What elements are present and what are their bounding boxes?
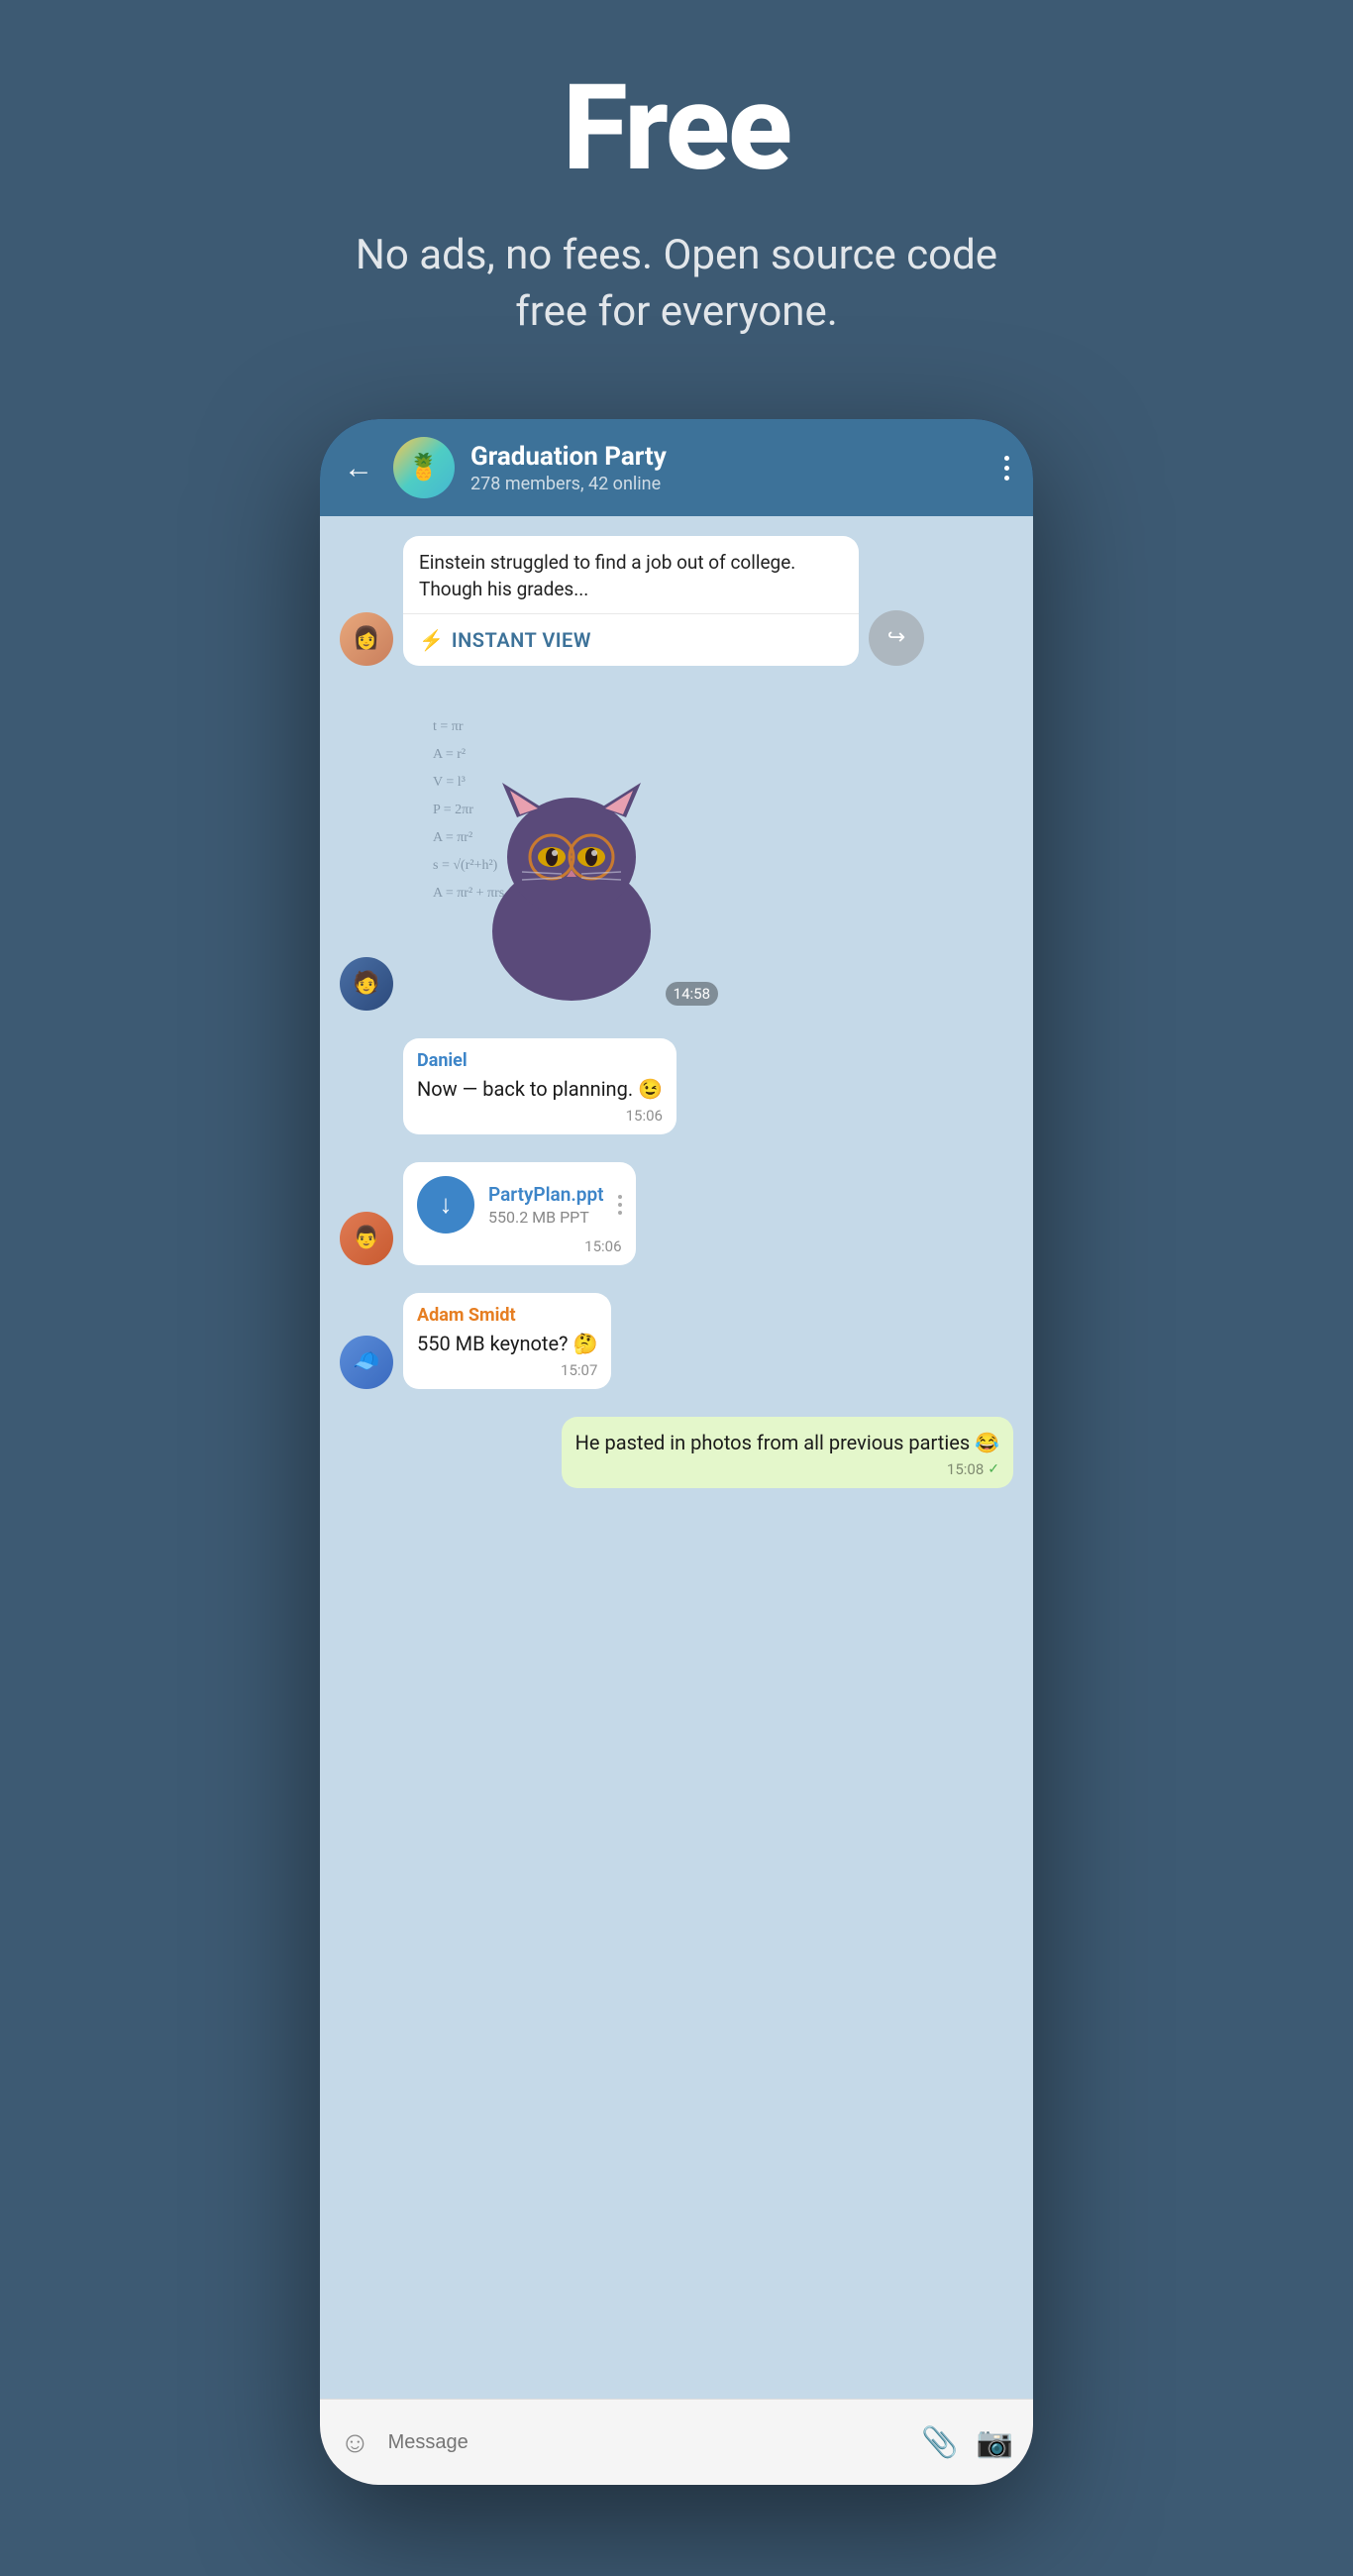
sent-message-bubble: He pasted in photos from all previous pa…: [562, 1417, 1013, 1488]
lightning-icon: ⚡: [419, 628, 444, 652]
sender-name: Daniel: [417, 1050, 663, 1071]
more-dot-2: [1004, 466, 1009, 471]
cat-sticker: [413, 694, 730, 1011]
message-timestamp: 15:06: [584, 1237, 621, 1255]
more-dot-3: [1004, 476, 1009, 481]
instant-view-label: INSTANT VIEW: [452, 628, 591, 652]
delivered-checkmark: ✓: [988, 1461, 999, 1477]
instant-view-button[interactable]: ⚡ INSTANT VIEW: [403, 613, 859, 666]
table-row: Daniel Now — back to planning. 😉 15:06: [340, 1038, 1013, 1134]
table-row: 🧑 t = πr A = r² V = l³ P = 2πr A = πr² s…: [340, 694, 1013, 1011]
file-info: PartyPlan.ppt 550.2 MB PPT: [488, 1183, 604, 1227]
sticker-container: t = πr A = r² V = l³ P = 2πr A = πr² s =…: [413, 694, 730, 1011]
back-button[interactable]: ←: [344, 451, 373, 485]
phone-frame: ← 🍍 Graduation Party 278 members, 42 onl…: [320, 419, 1033, 2485]
group-avatar-emoji: 🍍: [408, 453, 440, 483]
avatar: 👩: [340, 612, 393, 666]
text-message-bubble: Daniel Now — back to planning. 😉 15:06: [403, 1038, 676, 1134]
group-name: Graduation Party: [470, 442, 989, 472]
avatar: 🧢: [340, 1336, 393, 1389]
message-timestamp: 15:06: [626, 1107, 663, 1125]
hero-subtitle: No ads, no fees. Open source code free f…: [330, 228, 1023, 340]
link-message-bubble: Einstein struggled to find a job out of …: [403, 536, 859, 665]
file-more-button[interactable]: [618, 1195, 622, 1215]
message-input[interactable]: [388, 2417, 904, 2467]
more-dot: [618, 1211, 622, 1215]
link-preview-text: Einstein struggled to find a job out of …: [403, 536, 859, 612]
table-row: He pasted in photos from all previous pa…: [340, 1417, 1013, 1488]
download-icon: ↓: [440, 1189, 453, 1220]
avatar: 🧑: [340, 957, 393, 1011]
message-footer: 15:06: [417, 1107, 663, 1125]
download-button[interactable]: ↓: [417, 1176, 474, 1234]
avatar-icon: 👩: [353, 626, 379, 651]
table-row: 🧢 Adam Smidt 550 MB keynote? 🤔 15:07: [340, 1293, 1013, 1389]
more-menu-button[interactable]: [1004, 456, 1009, 481]
message-text: Now — back to planning. 😉: [417, 1075, 663, 1103]
chat-body: 👩 Einstein struggled to find a job out o…: [320, 516, 1033, 2399]
group-avatar: 🍍: [393, 437, 455, 498]
avatar-icon: 🧑: [353, 971, 379, 996]
more-dot: [618, 1195, 622, 1199]
more-dot: [618, 1203, 622, 1207]
table-row: 👩 Einstein struggled to find a job out o…: [340, 536, 1013, 665]
chat-header: ← 🍍 Graduation Party 278 members, 42 onl…: [320, 419, 1033, 516]
message-footer: 15:06: [417, 1237, 622, 1255]
group-meta: 278 members, 42 online: [470, 474, 989, 494]
forward-icon: ↪: [887, 625, 905, 650]
avatar: 👨: [340, 1212, 393, 1265]
message-footer: 15:08 ✓: [575, 1460, 999, 1478]
page-title: Free: [563, 59, 790, 198]
camera-button[interactable]: 📷: [977, 2425, 1013, 2460]
file-row: ↓ PartyPlan.ppt 550.2 MB PPT: [417, 1176, 622, 1234]
message-text: 550 MB keynote? 🤔: [417, 1330, 597, 1357]
message-footer: 15:07: [417, 1361, 597, 1379]
message-timestamp: 15:07: [561, 1361, 597, 1379]
message-text: He pasted in photos from all previous pa…: [575, 1429, 999, 1456]
sender-name: Adam Smidt: [417, 1305, 597, 1326]
file-size: 550.2 MB PPT: [488, 1208, 604, 1227]
file-message-bubble: ↓ PartyPlan.ppt 550.2 MB PPT 15:06: [403, 1162, 636, 1265]
forward-button[interactable]: ↪: [869, 610, 924, 666]
attach-button[interactable]: 📎: [921, 2425, 958, 2460]
text-message-bubble: Adam Smidt 550 MB keynote? 🤔 15:07: [403, 1293, 611, 1389]
more-dot-1: [1004, 456, 1009, 461]
chat-input-bar: ☺ 📎 📷: [320, 2399, 1033, 2485]
avatar-icon: 🧢: [353, 1349, 379, 1374]
message-timestamp: 14:58: [666, 982, 718, 1006]
avatar-icon: 👨: [353, 1226, 379, 1250]
message-timestamp: 15:08: [947, 1460, 984, 1478]
chat-info: Graduation Party 278 members, 42 online: [470, 442, 989, 494]
emoji-button[interactable]: ☺: [340, 2425, 370, 2460]
table-row: 👨 ↓ PartyPlan.ppt 550.2 MB PPT: [340, 1162, 1013, 1265]
file-name: PartyPlan.ppt: [488, 1183, 604, 1206]
